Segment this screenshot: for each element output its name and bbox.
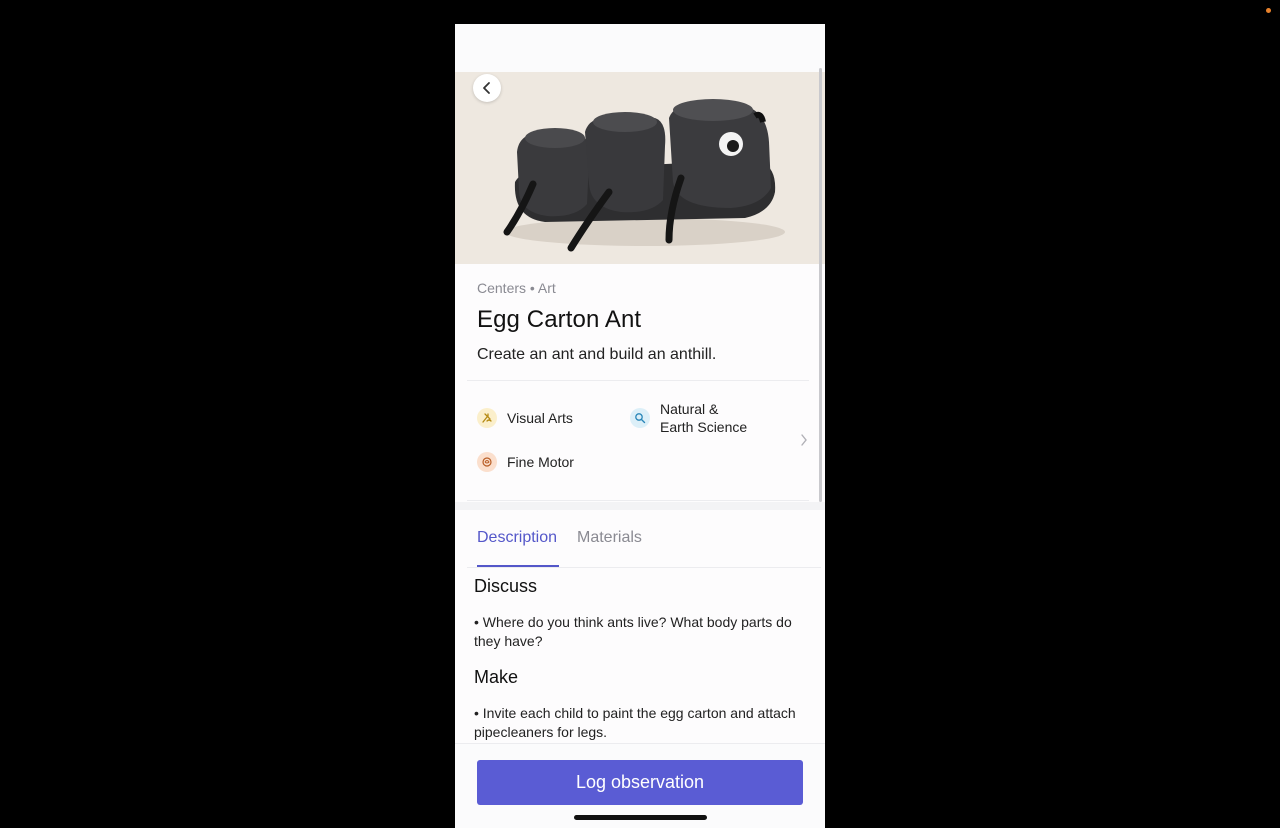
domain-visual-arts[interactable]: Visual Arts	[477, 408, 573, 428]
log-observation-button[interactable]: Log observation	[477, 760, 803, 805]
hand-icon	[477, 452, 497, 472]
domain-label: Natural &	[660, 401, 719, 417]
chevron-right-icon[interactable]	[800, 433, 808, 447]
section-heading-make: Make	[474, 667, 519, 687]
domain-natural-earth-science[interactable]: Natural & Earth Science	[630, 400, 747, 436]
tab-description[interactable]: Description	[477, 529, 557, 547]
domain-label: Visual Arts	[507, 410, 573, 426]
activity-subtitle: Create an ant and build an anthill.	[477, 346, 717, 363]
divider	[467, 380, 809, 381]
scrollbar[interactable]	[819, 68, 822, 502]
active-tab-indicator	[477, 565, 559, 567]
recording-indicator	[1266, 8, 1271, 13]
breadcrumb: Centers • Art	[477, 280, 556, 296]
domain-fine-motor[interactable]: Fine Motor	[477, 452, 574, 472]
page-title: Egg Carton Ant	[477, 306, 642, 333]
back-button[interactable]	[473, 74, 501, 102]
status-bar	[455, 24, 825, 72]
phone-screen: Centers • Art Egg Carton Ant Create an a…	[455, 24, 825, 828]
tab-materials[interactable]: Materials	[577, 529, 642, 547]
divider	[467, 500, 809, 501]
tab-divider	[467, 567, 821, 568]
activity-photo	[455, 72, 825, 264]
palette-icon	[477, 408, 497, 428]
section-heading-discuss: Discuss	[474, 576, 538, 596]
make-bullet: • Invite each child to paint the egg car…	[474, 705, 796, 740]
chevron-left-icon	[483, 82, 490, 94]
domain-label: Fine Motor	[507, 454, 574, 470]
domain-label-line2: Earth Science	[660, 419, 748, 435]
section-separator	[455, 502, 825, 510]
discuss-bullet: • Where do you think ants live? What bod…	[474, 614, 792, 649]
magnifier-icon	[630, 408, 650, 428]
home-indicator[interactable]	[574, 815, 707, 820]
